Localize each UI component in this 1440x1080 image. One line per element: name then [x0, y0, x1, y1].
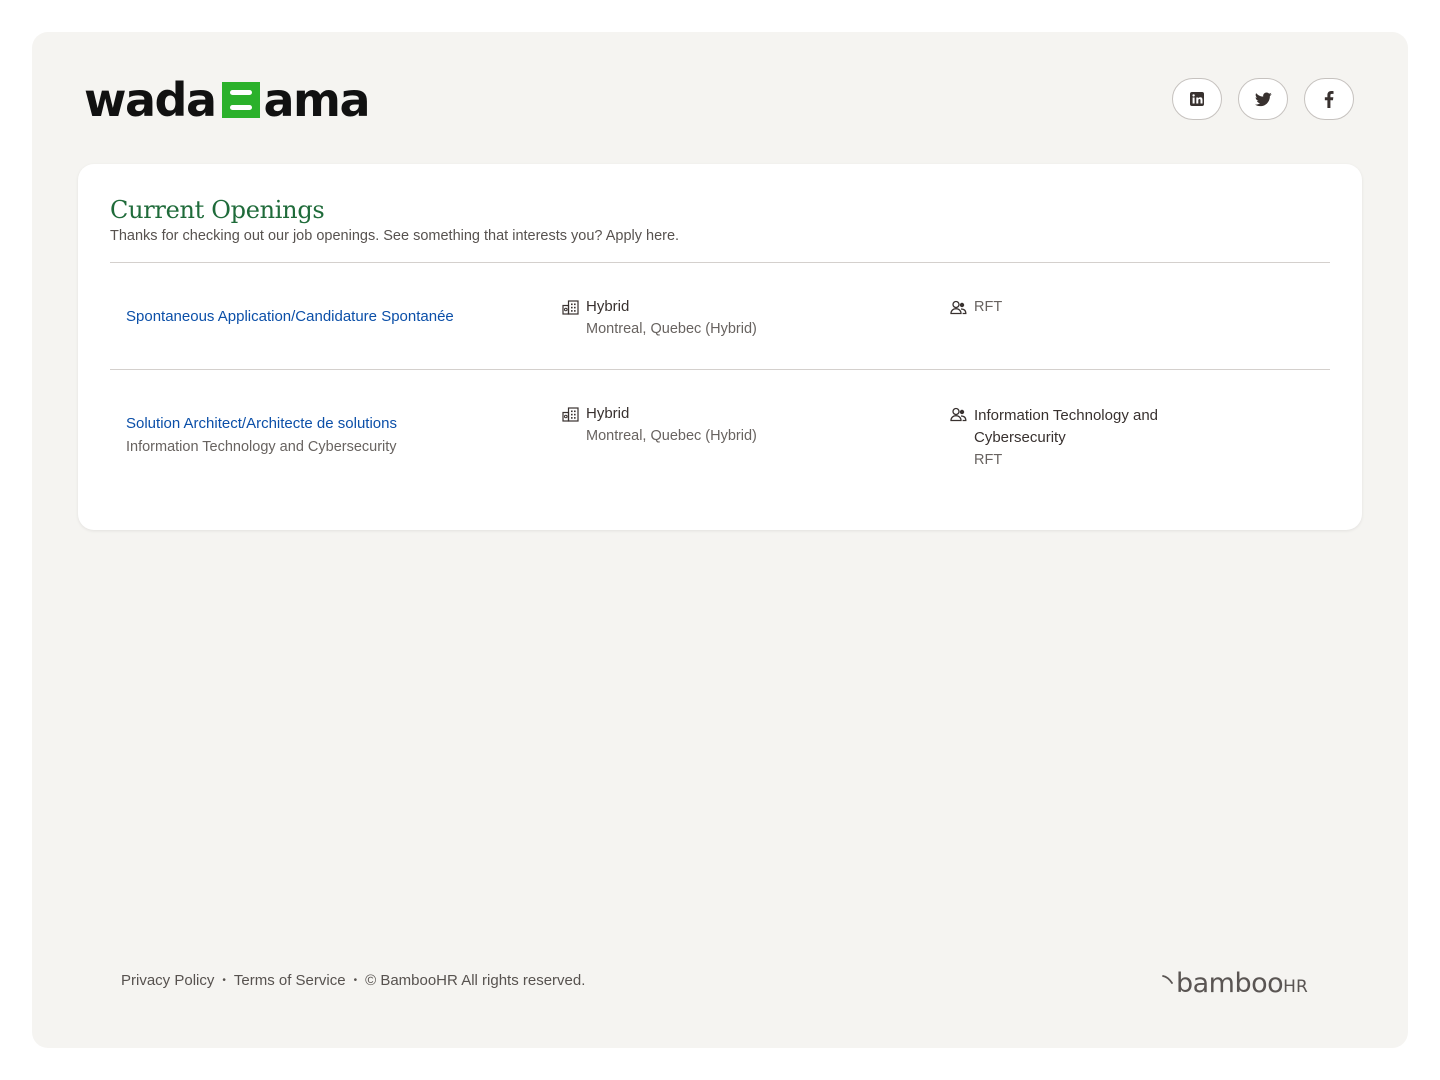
building-icon	[562, 407, 579, 427]
logo-text-right: ama	[263, 73, 371, 127]
people-icon	[950, 300, 967, 320]
facebook-icon	[1324, 90, 1334, 108]
logo-text-left: wada	[84, 73, 217, 127]
page-frame: wada ama Current Openings Thanks for che…	[32, 32, 1408, 1048]
social-links	[1172, 78, 1354, 120]
facebook-button[interactable]	[1304, 78, 1354, 120]
terms-of-service-link[interactable]: Terms of Service	[234, 972, 346, 989]
logo-mark-icon	[221, 82, 260, 118]
location: Montreal, Quebec (Hybrid)	[586, 428, 757, 444]
openings-card: Current Openings Thanks for checking out…	[78, 164, 1362, 530]
location-type: Hybrid	[586, 405, 630, 422]
job-team: Information Technology and Cybersecurity	[974, 407, 1159, 446]
footer-separator: •	[353, 975, 358, 986]
building-icon	[562, 300, 579, 320]
location-type: Hybrid	[586, 298, 630, 315]
job-title-link[interactable]: Spontaneous Application/Candidature Spon…	[126, 308, 454, 325]
job-type-column: RFT	[950, 298, 1002, 318]
leaf-icon	[1162, 970, 1174, 989]
job-department: Information Technology and Cybersecurity	[126, 439, 397, 455]
job-type-column: Information Technology and Cybersecurity…	[950, 405, 1194, 471]
job-title-link[interactable]: Solution Architect/Architecte de solutio…	[126, 415, 397, 432]
page-title: Current Openings	[110, 196, 325, 224]
brand-main-text: bamboo	[1176, 968, 1284, 999]
company-logo[interactable]: wada ama	[84, 73, 371, 127]
people-icon	[950, 407, 967, 427]
job-location-column: Hybrid Montreal, Quebec (Hybrid)	[562, 298, 757, 337]
employment-type: RFT	[974, 299, 1003, 315]
twitter-button[interactable]	[1238, 78, 1288, 120]
divider	[110, 369, 1330, 370]
bamboohr-logo[interactable]: bamboo HR	[1162, 968, 1308, 999]
twitter-icon	[1254, 91, 1272, 107]
job-row: Spontaneous Application/Candidature Spon…	[110, 298, 1330, 368]
job-location-column: Hybrid Montreal, Quebec (Hybrid)	[562, 405, 757, 444]
job-title-column: Solution Architect/Architecte de solutio…	[126, 415, 397, 455]
location: Montreal, Quebec (Hybrid)	[586, 321, 757, 337]
page-subtitle: Thanks for checking out our job openings…	[110, 228, 680, 244]
job-row: Solution Architect/Architecte de solutio…	[110, 405, 1330, 485]
linkedin-button[interactable]	[1172, 78, 1222, 120]
divider	[110, 262, 1330, 263]
copyright-text: © BambooHR All rights reserved.	[365, 972, 586, 989]
job-title-column: Spontaneous Application/Candidature Spon…	[126, 308, 454, 326]
employment-type: RFT	[974, 452, 1003, 468]
footer: Privacy Policy • Terms of Service • © Ba…	[121, 972, 585, 989]
brand-suffix-text: HR	[1283, 977, 1308, 997]
footer-separator: •	[222, 975, 226, 986]
header: wada ama	[84, 73, 1354, 150]
privacy-policy-link[interactable]: Privacy Policy	[121, 972, 214, 989]
linkedin-icon	[1189, 91, 1205, 107]
